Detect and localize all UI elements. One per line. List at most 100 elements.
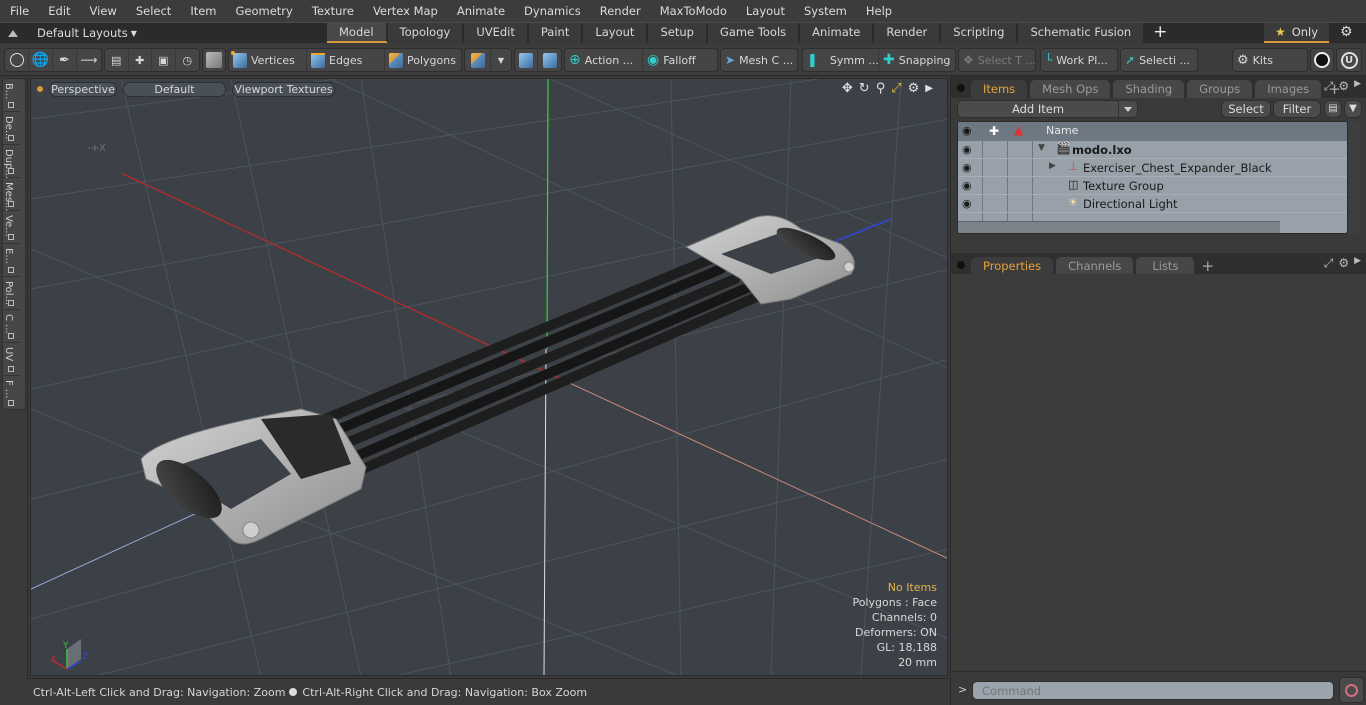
menu-layout[interactable]: Layout [735,0,793,22]
maximize-viewport-icon[interactable]: ⤢ [891,81,901,96]
unity-button[interactable] [1310,48,1334,72]
funnel-filter-button[interactable]: ▼ [1344,100,1362,118]
item-mode-button[interactable] [202,48,226,72]
cross-button[interactable]: ✚ [129,49,153,71]
gear-icon[interactable]: ⚙ [1340,24,1353,40]
layout-dropdown[interactable]: Default Layouts ▼ [8,23,137,43]
visibility-eye-icon[interactable]: ◉ [962,179,976,193]
tab-game-tools[interactable]: Game Tools [707,23,801,43]
left-tab-fusion[interactable]: F ... [3,376,20,409]
add-tab-plus-icon[interactable]: + [1145,23,1175,43]
left-tab-mesh-edit[interactable]: Mes... [3,178,20,212]
menu-vertex-map[interactable]: Vertex Map [362,0,446,22]
expand-arrow-icon[interactable]: ▶ [1049,161,1056,171]
menu-view[interactable]: View [79,0,125,22]
pivot-button[interactable] [538,49,561,71]
tab-setup[interactable]: Setup [648,23,708,43]
selection-sets-button[interactable]: ➚ Selecti ... [1120,48,1198,72]
kits-button[interactable]: ⚙ Kits [1232,48,1308,72]
rotate-icon[interactable]: ↻ [859,81,870,96]
material-mode-button[interactable] [465,49,491,71]
menu-dynamics[interactable]: Dynamics [513,0,589,22]
left-tab-deform[interactable]: De... [3,112,20,145]
left-tab-polygon[interactable]: Pol... [3,277,20,310]
maximize-panel-icon[interactable]: ⤢ [1324,256,1334,271]
tab-schematic-fusion[interactable]: Schematic Fusion [1018,23,1146,43]
visibility-eye-icon[interactable]: ◉ [962,161,976,175]
axis-icon[interactable]: ▲ [1014,123,1023,137]
falloff-button[interactable]: ◉ Falloff [643,49,717,71]
pen-button[interactable]: ✒ [53,49,77,71]
tree-row-scene[interactable]: ◉ ▼ 🎬 modo.lxo [958,141,1347,159]
shading-mode-button[interactable]: Default [123,81,226,97]
snapping-button[interactable]: ✚ Snapping [879,49,955,71]
menu-select[interactable]: Select [125,0,179,22]
tab-animate[interactable]: Animate [800,23,875,43]
tab-mesh-ops[interactable]: Mesh Ops [1030,80,1111,98]
globe-button[interactable]: 🌐 [29,49,53,71]
tab-items[interactable]: Items [971,80,1028,98]
tab-uvedit[interactable]: UVEdit [464,23,529,43]
left-tab-curve[interactable]: C ... [3,310,20,343]
add-item-dropdown[interactable]: Add Item [957,100,1138,118]
polygons-button[interactable]: Polygons [385,49,461,71]
expand-arrow-icon[interactable]: ▼ [1038,143,1045,153]
panel-menu-dot[interactable] [957,84,965,92]
tree-row-mesh[interactable]: ◉ ▶ ⊥ Exerciser_Chest_Expander_Black [958,159,1347,177]
viewport-textures-button[interactable]: Viewport Textures [232,81,335,97]
symmetry-button[interactable]: ❚ Symm ... [803,49,879,71]
maximize-panel-icon[interactable]: ⤢ [1324,79,1334,94]
tab-lists[interactable]: Lists [1136,257,1195,275]
tab-scripting[interactable]: Scripting [941,23,1019,43]
horizontal-scrollbar[interactable] [958,221,1280,233]
eye-icon[interactable]: ◉ [962,124,976,138]
visibility-eye-icon[interactable]: ◉ [962,143,976,157]
tab-channels[interactable]: Channels [1056,257,1134,275]
vertices-button[interactable]: Vertices [229,49,307,71]
3d-viewport[interactable]: -+X Y X Z Perspective Default Viewport T… [30,78,948,676]
panel-gear-icon[interactable]: ⚙ [1338,79,1349,94]
pan-move-icon[interactable]: ✥ [842,81,853,96]
zoom-magnifier-icon[interactable]: ⚲ [876,81,886,96]
square-target-button[interactable]: ▣ [152,49,176,71]
panel-arrow-icon[interactable]: ▶ [1354,79,1361,94]
left-tab-edge[interactable]: E... [3,244,20,277]
mode-dropdown-button[interactable]: ▼ [491,49,511,71]
menu-render[interactable]: Render [589,0,649,22]
menu-item[interactable]: Item [179,0,224,22]
tab-layout[interactable]: Layout [583,23,649,43]
add-panel-tab-icon[interactable]: + [1197,257,1218,275]
visibility-eye-icon[interactable]: ◉ [962,197,976,211]
menu-edit[interactable]: Edit [37,0,78,22]
tab-images[interactable]: Images [1255,80,1322,98]
work-plane-button[interactable]: └ Work Pl... [1040,48,1118,72]
tab-topology[interactable]: Topology [387,23,465,43]
center-button[interactable] [515,49,539,71]
only-button[interactable]: ★ Only [1264,23,1329,43]
menu-animate[interactable]: Animate [446,0,513,22]
dial-button[interactable]: ◷ [176,49,199,71]
select-button[interactable]: Select [1221,100,1271,118]
action-center-button[interactable]: ⊕ Action ... [565,49,643,71]
path-button[interactable]: ⟶ [77,49,101,71]
vertical-scrollbar[interactable] [1348,121,1360,234]
left-tab-uv[interactable]: UV [3,343,20,376]
list-options-button[interactable]: ▤ [1324,100,1342,118]
move-cross-icon[interactable]: ✚ [989,124,999,138]
view-mode-button[interactable]: Perspective [49,81,117,97]
panel-menu-dot[interactable] [957,261,965,269]
tab-paint[interactable]: Paint [528,23,584,43]
left-tab-duplicate[interactable]: Dup... [3,145,20,179]
tab-model[interactable]: Model [327,23,388,43]
menu-texture[interactable]: Texture [301,0,362,22]
name-column-header[interactable]: Name [1046,124,1078,137]
select-through-button[interactable]: ❖ Select T ... [958,48,1036,72]
viewport-menu-dot[interactable] [37,86,43,92]
menu-file[interactable]: File [0,0,37,22]
left-tab-vertex[interactable]: Ve... [3,211,20,244]
left-tab-basic[interactable]: B... [3,79,20,112]
collapse-arrow-icon[interactable] [8,30,18,37]
tab-shading[interactable]: Shading [1113,80,1185,98]
select-circle-button[interactable] [5,49,29,71]
panel-arrow-icon[interactable]: ▶ [1354,256,1361,271]
